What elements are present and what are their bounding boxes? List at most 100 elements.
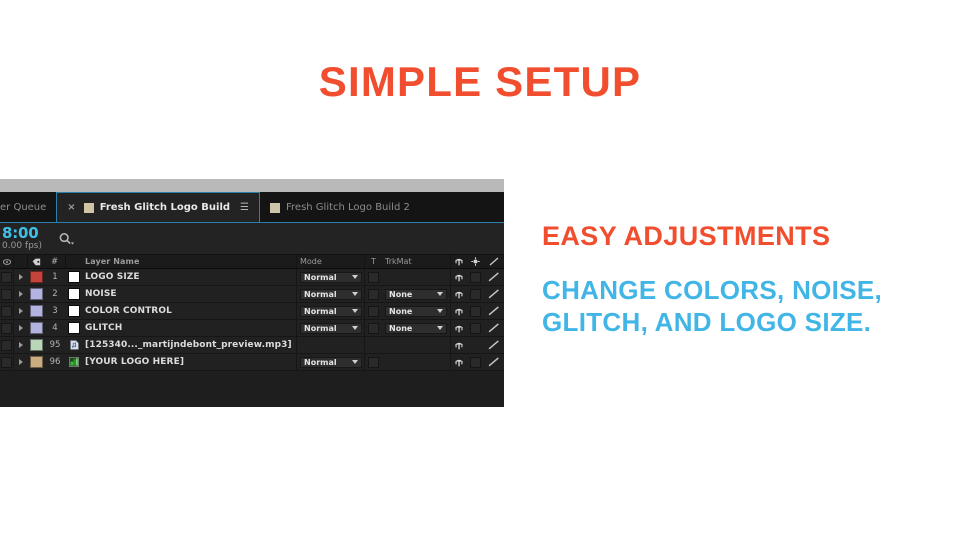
current-time[interactable]: 8:00 (2, 225, 42, 242)
layer-name[interactable]: [125340..._martijndebont_preview.mp3] (82, 337, 296, 353)
mode-column-header[interactable]: Mode (296, 255, 364, 268)
preserve-transparency-toggle[interactable] (364, 303, 382, 319)
shy-toggle[interactable] (466, 320, 484, 336)
expand-triangle-icon[interactable] (14, 303, 28, 319)
parent-icon[interactable] (450, 303, 466, 319)
eye-icon[interactable] (0, 255, 14, 268)
subheading: EASY ADJUSTMENTS (542, 221, 831, 251)
expand-triangle-icon[interactable] (14, 337, 28, 353)
pickwhip-icon[interactable] (484, 354, 504, 370)
layer-visibility-toggle[interactable] (0, 320, 14, 336)
shy-icon[interactable] (466, 255, 484, 268)
layer-index: 2 (52, 289, 58, 299)
search-input[interactable] (58, 232, 75, 246)
shy-toggle[interactable] (466, 354, 484, 370)
layer-visibility-toggle[interactable] (0, 354, 14, 370)
layer-color-swatch[interactable] (28, 354, 44, 370)
close-icon[interactable]: × (67, 202, 75, 213)
tab-render-queue[interactable]: er Queue (0, 192, 57, 223)
preserve-transparency-toggle[interactable] (364, 286, 382, 302)
layer-name[interactable]: NOISE (82, 286, 296, 302)
layer-color-swatch[interactable] (28, 269, 44, 285)
parent-icon[interactable] (450, 337, 466, 353)
body-text: CHANGE COLORS, NOISE, GLITCH, AND LOGO S… (542, 274, 882, 337)
tag-icon[interactable] (28, 255, 44, 268)
layer-name[interactable]: [YOUR LOGO HERE] (82, 354, 296, 370)
preserve-transparency-toggle[interactable] (364, 320, 382, 336)
track-matte-value: None (389, 289, 413, 299)
pickwhip-icon[interactable] (484, 320, 504, 336)
track-matte-select[interactable]: None (382, 303, 450, 319)
track-matte-select[interactable]: None (382, 286, 450, 302)
layer-color-swatch[interactable] (28, 286, 44, 302)
layer-color-swatch[interactable] (28, 303, 44, 319)
panel-tab-strip: er Queue × Fresh Glitch Logo Build ☰ Fre… (0, 192, 504, 223)
pickwhip-icon[interactable] (484, 303, 504, 319)
blend-mode-value: Normal (304, 323, 337, 333)
parent-icon[interactable] (450, 354, 466, 370)
pickwhip-icon[interactable] (484, 255, 504, 268)
trkmat-column-header[interactable]: TrkMat (382, 255, 450, 268)
shy-toggle[interactable] (466, 303, 484, 319)
layer-name-column-header[interactable]: Layer Name (82, 255, 296, 268)
table-row[interactable]: 95 [125340..._martijndebont_preview.mp3] (0, 337, 504, 354)
preserve-transparency-toggle[interactable] (364, 354, 382, 370)
table-row[interactable]: 3 COLOR CONTROL Normal None (0, 303, 504, 320)
expand-triangle-icon[interactable] (14, 354, 28, 370)
after-effects-timeline-panel: er Queue × Fresh Glitch Logo Build ☰ Fre… (0, 179, 504, 407)
tab-fresh-glitch-logo-build[interactable]: × Fresh Glitch Logo Build ☰ (56, 192, 260, 223)
expand-triangle-icon[interactable] (14, 286, 28, 302)
pickwhip-icon[interactable] (484, 337, 504, 353)
audio-icon (66, 337, 82, 353)
preserve-transparency-toggle[interactable] (364, 269, 382, 285)
parent-icon[interactable] (450, 320, 466, 336)
table-row[interactable]: 96 [YOUR LOGO HERE] Normal (0, 354, 504, 371)
layer-visibility-toggle[interactable] (0, 286, 14, 302)
pickwhip-icon[interactable] (484, 269, 504, 285)
parent-icon[interactable] (450, 286, 466, 302)
expand-triangle-icon[interactable] (14, 320, 28, 336)
index-column-header[interactable]: # (44, 255, 66, 268)
search-icon[interactable] (58, 232, 75, 246)
timecode-display[interactable]: 8:00 0.00 fps) (0, 225, 42, 251)
parent-icon[interactable] (450, 269, 466, 285)
blend-mode-select[interactable]: Normal (296, 303, 364, 319)
tab-label: er Queue (0, 202, 47, 213)
shy-toggle (466, 337, 484, 353)
tab-active-underline (0, 222, 504, 223)
track-matte-select[interactable] (382, 269, 450, 285)
parent-icon[interactable] (450, 255, 466, 268)
blend-mode-select[interactable]: Normal (296, 354, 364, 370)
layer-visibility-toggle[interactable] (0, 337, 14, 353)
table-row[interactable]: 2 NOISE Normal None (0, 286, 504, 303)
layer-name[interactable]: LOGO SIZE (82, 269, 296, 285)
blend-mode-select[interactable]: Normal (296, 269, 364, 285)
slide-canvas: SIMPLE SETUP EASY ADJUSTMENTS CHANGE COL… (0, 0, 960, 540)
layer-name[interactable]: GLITCH (82, 320, 296, 336)
layer-visibility-toggle[interactable] (0, 303, 14, 319)
table-row[interactable]: 4 GLITCH Normal None (0, 320, 504, 337)
tab-fresh-glitch-logo-build-2[interactable]: Fresh Glitch Logo Build 2 (260, 192, 420, 223)
panel-menu-icon[interactable]: ☰ (240, 202, 249, 213)
table-row[interactable]: 1 LOGO SIZE Normal (0, 269, 504, 286)
expand-triangle-icon[interactable] (14, 269, 28, 285)
shy-toggle[interactable] (466, 269, 484, 285)
timecode-row: 8:00 0.00 fps) (0, 223, 504, 255)
shy-toggle[interactable] (466, 286, 484, 302)
column-header-row: # Layer Name Mode T TrkMat (0, 255, 504, 269)
t-column-header[interactable]: T (364, 255, 382, 268)
blend-mode-select[interactable]: Normal (296, 286, 364, 302)
chevron-down-icon (437, 292, 443, 296)
track-matte-select[interactable]: None (382, 320, 450, 336)
layer-visibility-toggle[interactable] (0, 269, 14, 285)
blend-mode-select[interactable]: Normal (296, 320, 364, 336)
pickwhip-icon[interactable] (484, 286, 504, 302)
layer-color-swatch[interactable] (28, 320, 44, 336)
chevron-down-icon (352, 326, 358, 330)
layer-color-swatch[interactable] (28, 337, 44, 353)
solid-icon (66, 320, 82, 336)
tab-label: Fresh Glitch Logo Build 2 (286, 202, 410, 213)
chevron-down-icon (352, 275, 358, 279)
preserve-transparency-toggle (364, 337, 382, 353)
layer-name[interactable]: COLOR CONTROL (82, 303, 296, 319)
